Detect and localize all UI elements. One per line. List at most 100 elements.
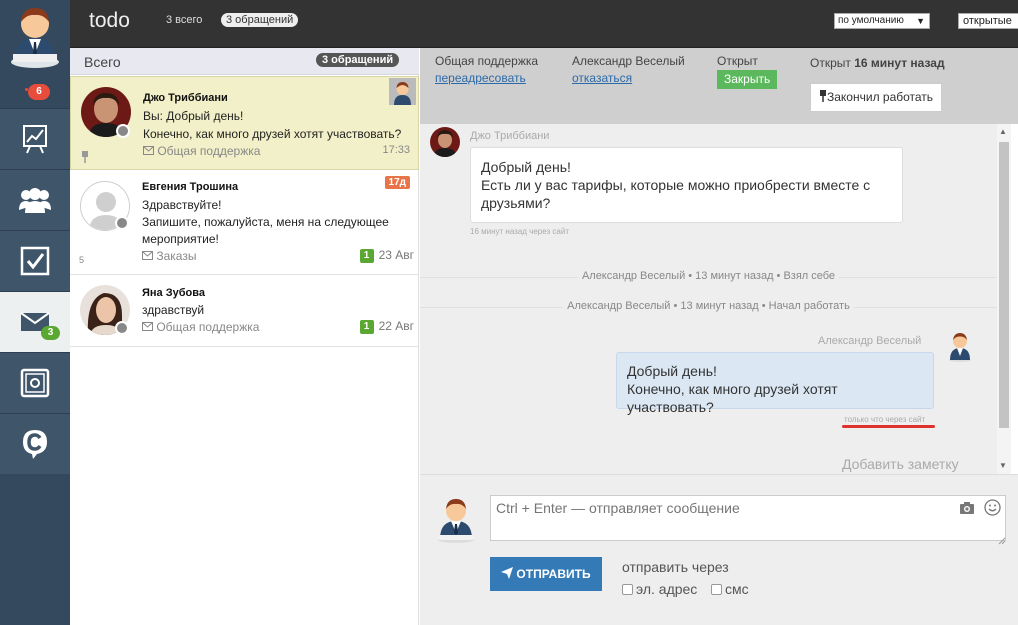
message-composer: ОТПРАВИТЬ отправить через эл. адрес смс: [420, 474, 1018, 625]
status-label: Открыт: [717, 54, 758, 68]
message-preview-line3: мероприятие!: [142, 232, 219, 246]
list-item[interactable]: Евгения Трошина Здравствуйте! Запишите, …: [70, 170, 419, 275]
date-text: 23 Авг: [378, 248, 414, 262]
message-count: 5: [79, 255, 85, 265]
outgoing-message: Добрый день! Конечно, как много друзей х…: [616, 352, 934, 415]
opened-prefix: Открыт: [810, 56, 851, 70]
email-checkbox-label: эл. адрес: [636, 581, 698, 597]
message-meta: 16 минут назад через сайт: [470, 227, 569, 236]
highlight-underline: [842, 425, 935, 428]
list-item[interactable]: Джо Триббиани Вы: Добрый день! Конечно, …: [70, 76, 419, 170]
sms-checkbox-label: смс: [725, 581, 749, 597]
message-text-line2: Конечно, как много друзей хотят участвов…: [627, 381, 838, 415]
agent-avatar: [947, 330, 973, 362]
presence-indicator: [116, 124, 130, 138]
channel-name: Заказы: [156, 249, 197, 263]
presence-indicator: [115, 216, 129, 230]
message-text-line1: Добрый день!: [627, 363, 717, 379]
status-filter-select[interactable]: открытые: [958, 13, 1018, 29]
conversation-header: Общая поддержка переадресовать Александр…: [420, 48, 1018, 124]
status-filter-value: открытые: [963, 15, 1012, 27]
message-preview-line2: Конечно, как много друзей хотят участвов…: [143, 127, 402, 141]
agent-name: Александр Веселый: [572, 54, 685, 68]
message-author: Джо Триббиани: [470, 130, 550, 142]
list-header-count: 3 обращений: [316, 53, 400, 67]
channel-name: Общая поддержка: [157, 144, 261, 158]
total-count[interactable]: 3 всего: [166, 14, 202, 26]
notification-badge[interactable]: 6: [28, 84, 50, 100]
requests-count[interactable]: 3 обращений: [221, 13, 299, 27]
unread-count: 1: [359, 320, 374, 334]
top-bar: todo 3 всего 3 обращений по умолчанию ▼ …: [70, 0, 1018, 48]
add-note-link[interactable]: Добавить заметку: [842, 456, 959, 472]
incoming-message: Добрый день! Есть ли у вас тарифы, котор…: [470, 147, 903, 223]
checkbox[interactable]: [711, 584, 722, 595]
rail-item-reports[interactable]: [0, 108, 70, 169]
send-button[interactable]: ОТПРАВИТЬ: [490, 557, 602, 591]
send-label: ОТПРАВИТЬ: [516, 567, 591, 581]
pin-icon: [819, 90, 827, 104]
contact-name: Джо Триббиани: [143, 92, 228, 104]
profile-block: 6: [0, 0, 70, 108]
envelope-icon: [142, 322, 153, 331]
conversation-time: 17:33: [382, 144, 410, 156]
finish-work-label: Закончил работать: [827, 90, 934, 104]
finish-work-button[interactable]: Закончил работать: [810, 83, 942, 112]
unread-count: 1: [359, 249, 374, 263]
channel-label: Заказы: [142, 249, 196, 263]
agent-avatar: [436, 495, 476, 543]
email-checkbox[interactable]: эл. адрес: [622, 581, 697, 597]
scroll-up-icon[interactable]: ▲: [999, 127, 1007, 136]
system-event-text: Александр Веселый • 13 минут назад • Нач…: [563, 300, 854, 312]
conversation-list: Всего 3 обращений Джо Триббиани Вы: Добр…: [70, 48, 419, 625]
c-bubble-icon: [23, 430, 47, 459]
rail-item-safe[interactable]: [0, 352, 70, 413]
redirect-link[interactable]: переадресовать: [435, 71, 526, 85]
group-label: Общая поддержка: [435, 54, 539, 68]
pin-icon[interactable]: [81, 151, 89, 166]
date-text: 22 Авг: [378, 319, 414, 333]
message-input[interactable]: [490, 495, 1006, 541]
rail-item-tasks[interactable]: [0, 230, 70, 291]
checkbox-icon: [20, 246, 50, 276]
message-text-line1: Добрый день!: [481, 159, 571, 175]
channel-label: Общая поддержка: [142, 320, 259, 334]
assignee-avatar: [389, 78, 416, 105]
camera-icon[interactable]: [960, 502, 974, 517]
close-button[interactable]: Закрыть: [717, 70, 778, 89]
sort-select-value: по умолчанию: [838, 15, 904, 26]
message-preview-line1: Здравствуйте!: [142, 198, 222, 212]
message-author: Александр Веселый: [818, 335, 922, 347]
list-header: Всего 3 обращений: [70, 48, 419, 75]
left-rail: 6 3: [0, 0, 70, 625]
rail-item-clients[interactable]: [0, 169, 70, 230]
conversation-date: 1 22 Авг: [359, 319, 414, 334]
contact-name: Евгения Трошина: [142, 181, 239, 193]
smile-icon[interactable]: [984, 499, 1001, 519]
list-item[interactable]: Яна Зубова здравствуй Общая поддержка 12…: [70, 275, 419, 347]
opened-ago: 16 минут назад: [854, 56, 945, 70]
scroll-thumb[interactable]: [999, 142, 1009, 428]
list-header-label: Всего: [84, 54, 121, 70]
chat-scrollbar[interactable]: ▲ ▼: [997, 124, 1011, 474]
checkbox[interactable]: [622, 584, 633, 595]
safe-icon: [20, 368, 50, 398]
opened-time: Открыт 16 минут назад: [810, 56, 945, 70]
message-preview-line1: здравствуй: [142, 303, 205, 317]
sms-checkbox[interactable]: смс: [711, 581, 749, 597]
overdue-badge: 17д: [384, 176, 410, 189]
people-icon: [19, 188, 51, 213]
chat-history: Джо Триббиани Добрый день! Есть ли у вас…: [420, 124, 997, 474]
scroll-down-icon[interactable]: ▼: [999, 461, 1007, 470]
message-preview-line2: Запишите, пожалуйста, меня на следующее: [142, 215, 389, 229]
mail-count-badge: 3: [41, 326, 60, 340]
page-title: todo: [89, 9, 130, 32]
agent-avatar[interactable]: [9, 2, 61, 68]
rail-item-mail[interactable]: 3: [0, 291, 70, 352]
refuse-link[interactable]: отказаться: [572, 71, 632, 85]
presence-indicator: [115, 321, 129, 335]
sort-select[interactable]: по умолчанию ▼: [834, 13, 930, 29]
resize-grip-icon[interactable]: [998, 533, 1006, 548]
paper-plane-icon: [501, 567, 514, 579]
rail-item-chat[interactable]: [0, 413, 70, 474]
